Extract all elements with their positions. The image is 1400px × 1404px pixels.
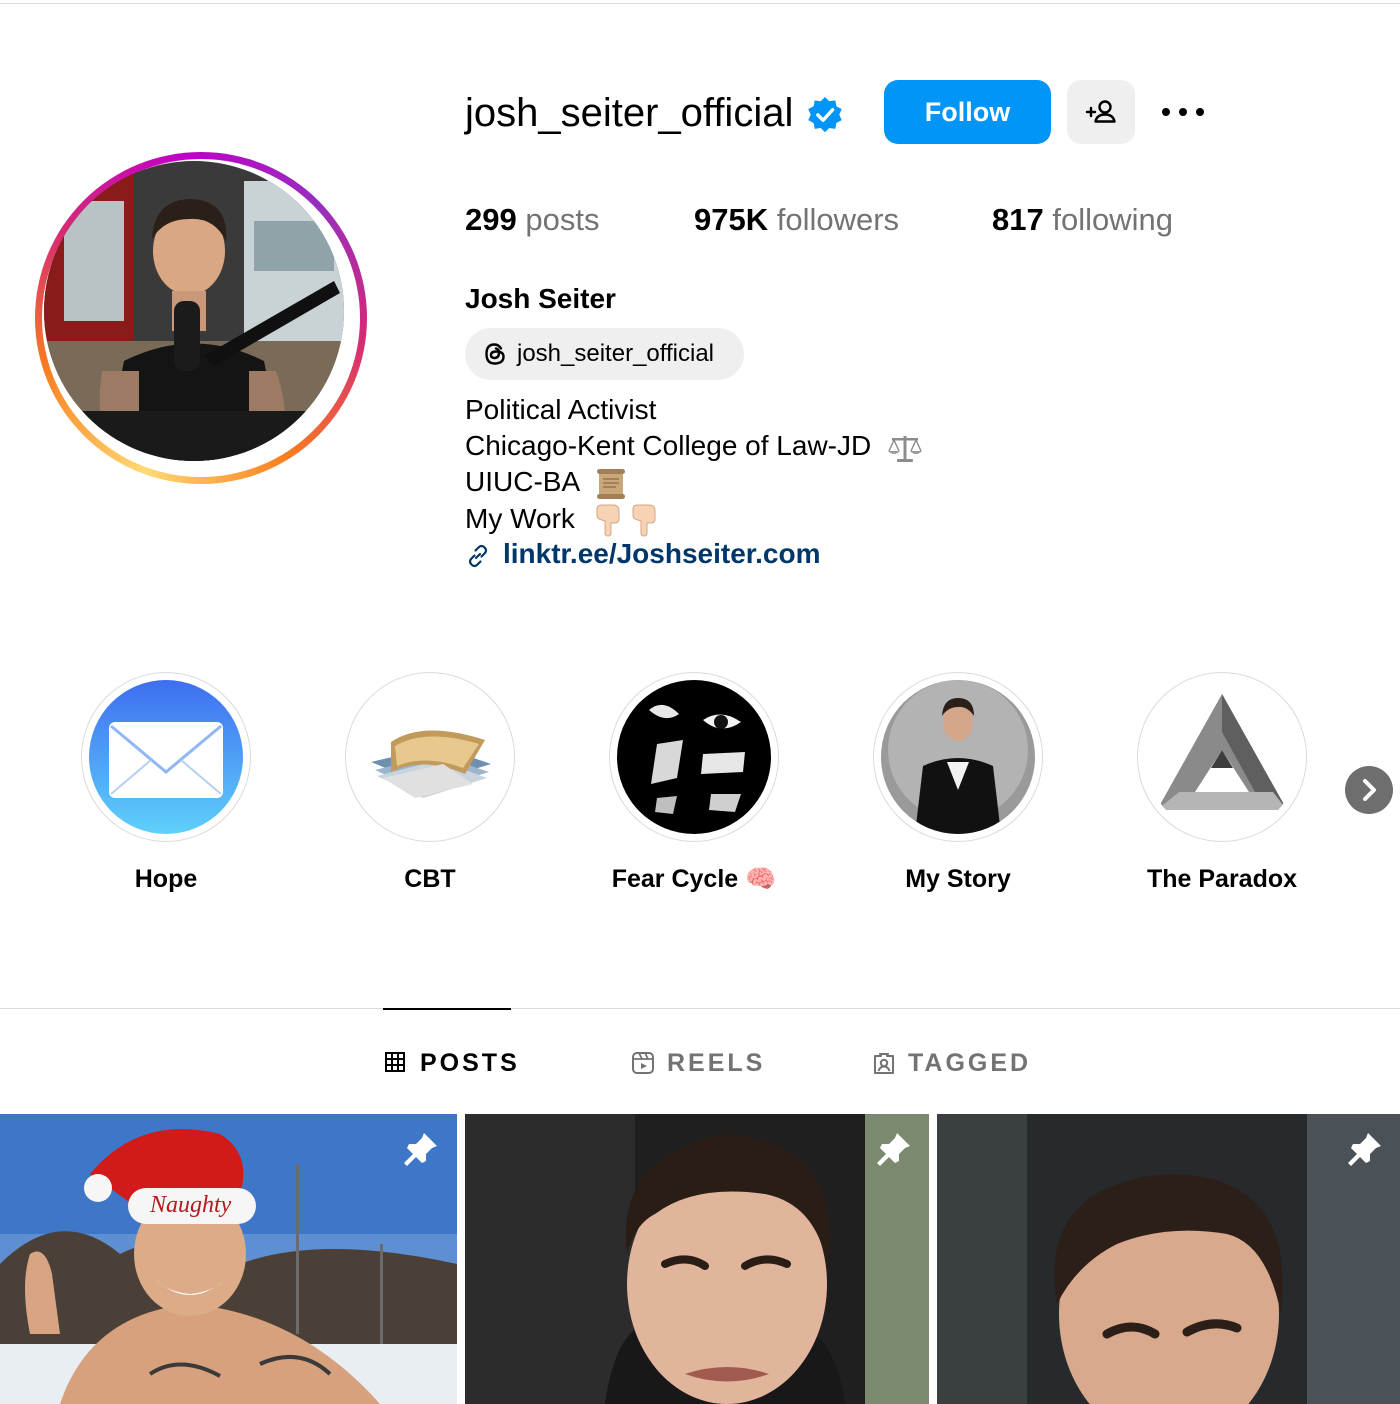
more-options-button[interactable] [1158, 92, 1208, 132]
threads-handle: josh_seiter_official [517, 340, 715, 367]
impossible-triangle-icon [1145, 680, 1299, 834]
following-link[interactable]: 817 following [992, 200, 1173, 240]
pinned-icon [877, 1133, 910, 1166]
threads-icon [485, 343, 505, 365]
top-divider [0, 3, 1400, 4]
avatar-photo [44, 161, 344, 461]
tabs-divider [0, 1008, 1400, 1009]
verified-badge-icon [808, 96, 842, 133]
post-tile[interactable]: Naughty [0, 1114, 457, 1404]
highlight-label: The Paradox [1146, 865, 1298, 893]
pointing-down-icon [596, 504, 656, 537]
scroll-icon [597, 468, 626, 499]
bio-line: Chicago-Kent College of Law-JD [465, 430, 872, 461]
tab-label: POSTS [420, 1049, 520, 1077]
stacked-photos-icon [353, 680, 507, 834]
pinned-icon [404, 1133, 437, 1166]
bio-line: UIUC-BA [465, 466, 579, 497]
mail-envelope-icon [89, 680, 243, 834]
posts-count: 299 posts [465, 202, 600, 237]
bio-line: Political Activist [465, 394, 657, 425]
pinned-icon [1348, 1133, 1381, 1166]
tab-label: TAGGED [908, 1049, 1032, 1077]
highlight-label: My Story [905, 865, 1011, 893]
follow-button[interactable]: Follow [884, 80, 1051, 144]
threads-badge[interactable]: josh_seiter_official [465, 328, 744, 380]
profile-avatar[interactable] [35, 152, 367, 484]
tab-label: REELS [667, 1049, 766, 1077]
link-text: linktr.ee/Joshseiter.com [503, 538, 821, 569]
add-user-icon [1085, 100, 1116, 123]
active-tab-indicator [383, 1008, 511, 1010]
bio-line: My Work [465, 502, 575, 534]
chevron-right-icon [1363, 779, 1376, 801]
highlight-label: CBT [404, 865, 456, 893]
highlights-next-button[interactable] [1345, 766, 1393, 814]
full-name: Josh Seiter [465, 283, 616, 314]
suggested-users-button[interactable] [1067, 80, 1135, 144]
reels-icon [632, 1052, 654, 1074]
post-tile[interactable] [465, 1114, 929, 1404]
highlight-label: Fear Cycle 🧠 [611, 865, 777, 893]
highlight-label: Hope [134, 865, 198, 893]
tagged-icon [874, 1053, 894, 1074]
hat-text: Naughty [149, 1192, 232, 1218]
bio: Political Activist Chicago-Kent College … [465, 392, 923, 537]
dark-eyes-icon [617, 680, 771, 834]
grid-icon [385, 1052, 405, 1072]
more-dots-icon [1162, 108, 1204, 116]
man-in-suit-photo [881, 680, 1035, 834]
followers-link[interactable]: 975K followers [694, 200, 899, 240]
username: josh_seiter_official [465, 91, 794, 135]
link-icon [468, 544, 488, 568]
balance-scale-icon [888, 435, 922, 462]
post-tile[interactable] [937, 1114, 1400, 1404]
